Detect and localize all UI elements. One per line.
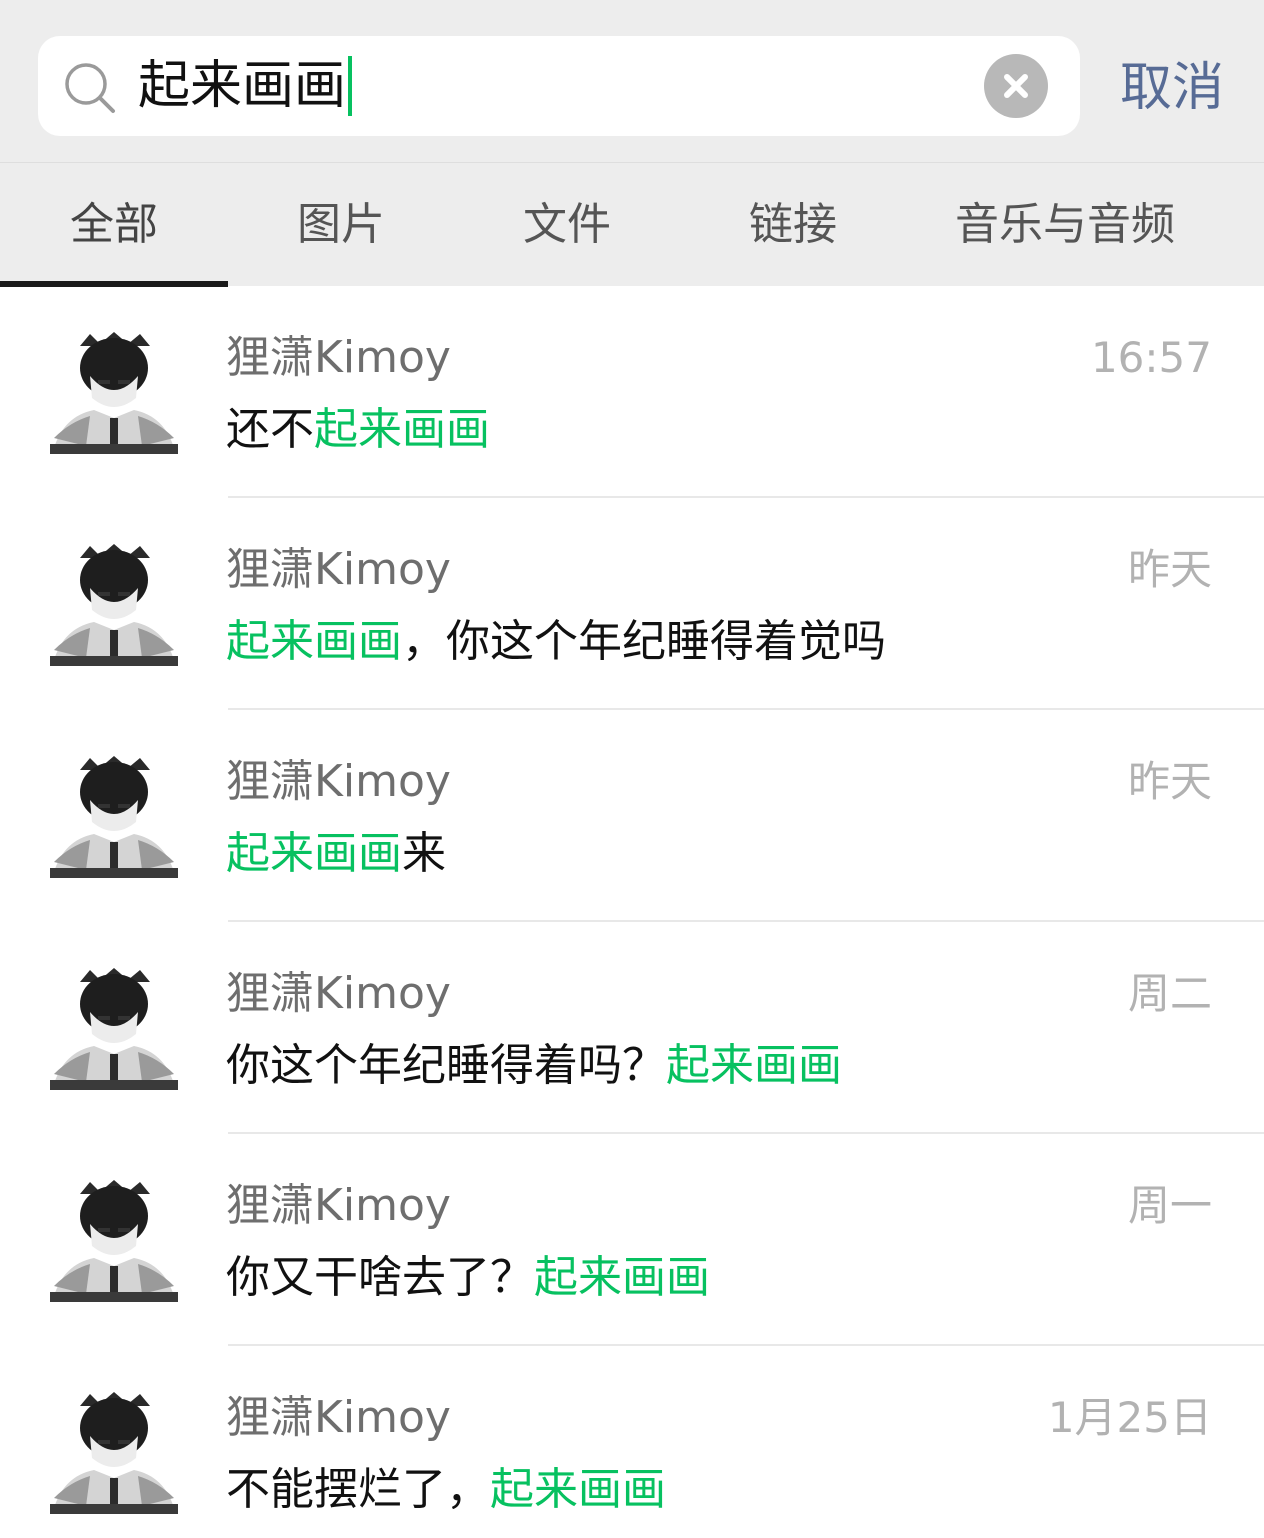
avatar-image xyxy=(50,962,178,1090)
message-time: 周二 xyxy=(1127,969,1212,1018)
list-item[interactable]: 狸潇Kimoy 16:57 还不起来画画 xyxy=(0,286,1264,498)
sender-name: 狸潇Kimoy xyxy=(226,1180,451,1231)
category-tabs: 全部 图片 文件 链接 音乐与音频 xyxy=(0,162,1264,287)
sender-name: 狸潇Kimoy xyxy=(226,544,451,595)
list-item[interactable]: 狸潇Kimoy 周一 你又干啥去了？起来画画 xyxy=(0,1134,1264,1346)
message-time: 昨天 xyxy=(1127,757,1212,806)
avatar-image xyxy=(50,1174,178,1302)
message-time: 周一 xyxy=(1127,1181,1212,1230)
message-time: 16:57 xyxy=(1090,333,1212,382)
avatar-image xyxy=(50,750,178,878)
chat-search-screen: 起来画画 取消 全部 图片 文件 链接 音乐与音频 狸潇Kimoy 16:57 … xyxy=(0,0,1264,1538)
snippet-text: 来 xyxy=(402,828,446,879)
close-icon xyxy=(1004,74,1028,98)
search-query: 起来画画 xyxy=(138,56,347,116)
tab-images[interactable]: 图片 xyxy=(228,163,454,287)
snippet-highlight: 起来画画 xyxy=(666,1040,842,1091)
list-item[interactable]: 狸潇Kimoy 昨天 起来画画，你这个年纪睡得着觉吗 xyxy=(0,498,1264,710)
list-item[interactable]: 狸潇Kimoy 周二 你这个年纪睡得着吗？起来画画 xyxy=(0,922,1264,1134)
avatar xyxy=(50,750,178,878)
text-caret xyxy=(348,56,353,116)
search-query-container: 起来画画 xyxy=(138,54,353,118)
list-item[interactable]: 狸潇Kimoy 昨天 起来画画来 xyxy=(0,710,1264,922)
avatar xyxy=(50,962,178,1090)
tab-music-audio[interactable]: 音乐与音频 xyxy=(906,163,1224,287)
sender-name: 狸潇Kimoy xyxy=(226,1392,451,1443)
avatar xyxy=(50,538,178,666)
tab-links[interactable]: 链接 xyxy=(680,163,906,287)
cancel-button[interactable]: 取消 xyxy=(1110,56,1234,120)
snippet-text: 你又干啥去了？ xyxy=(226,1252,534,1303)
list-item[interactable]: 狸潇Kimoy 1月25日 不能摆烂了，起来画画 xyxy=(0,1346,1264,1538)
clear-search-button[interactable] xyxy=(984,54,1048,118)
message-time: 昨天 xyxy=(1127,545,1212,594)
search-icon xyxy=(65,63,115,113)
avatar-image xyxy=(50,1386,178,1514)
message-snippet: 你又干啥去了？起来画画 xyxy=(226,1250,710,1306)
avatar-image xyxy=(50,326,178,454)
snippet-text: 还不 xyxy=(226,404,314,455)
search-header: 起来画画 取消 xyxy=(0,0,1264,162)
avatar-image xyxy=(50,538,178,666)
snippet-highlight: 起来画画 xyxy=(534,1252,710,1303)
avatar xyxy=(50,326,178,454)
sender-name: 狸潇Kimoy xyxy=(226,332,451,383)
message-snippet: 不能摆烂了，起来画画 xyxy=(226,1462,666,1518)
snippet-highlight: 起来画画 xyxy=(490,1464,666,1515)
sender-name: 狸潇Kimoy xyxy=(226,968,451,1019)
sender-name: 狸潇Kimoy xyxy=(226,756,451,807)
message-time: 1月25日 xyxy=(1047,1393,1212,1442)
snippet-highlight: 起来画画 xyxy=(226,828,402,879)
snippet-text: 不能摆烂了， xyxy=(226,1464,490,1515)
snippet-highlight: 起来画画 xyxy=(226,616,402,667)
snippet-text: ，你这个年纪睡得着觉吗 xyxy=(402,616,886,667)
tab-files[interactable]: 文件 xyxy=(454,163,680,287)
snippet-highlight: 起来画画 xyxy=(314,404,490,455)
snippet-text: 你这个年纪睡得着吗？ xyxy=(226,1040,666,1091)
avatar xyxy=(50,1174,178,1302)
message-snippet: 起来画画来 xyxy=(226,826,446,882)
tab-all[interactable]: 全部 xyxy=(0,163,228,287)
search-input[interactable]: 起来画画 xyxy=(38,36,1080,136)
avatar xyxy=(50,1386,178,1514)
message-snippet: 你这个年纪睡得着吗？起来画画 xyxy=(226,1038,842,1094)
message-snippet: 还不起来画画 xyxy=(226,402,490,458)
message-snippet: 起来画画，你这个年纪睡得着觉吗 xyxy=(226,614,886,670)
